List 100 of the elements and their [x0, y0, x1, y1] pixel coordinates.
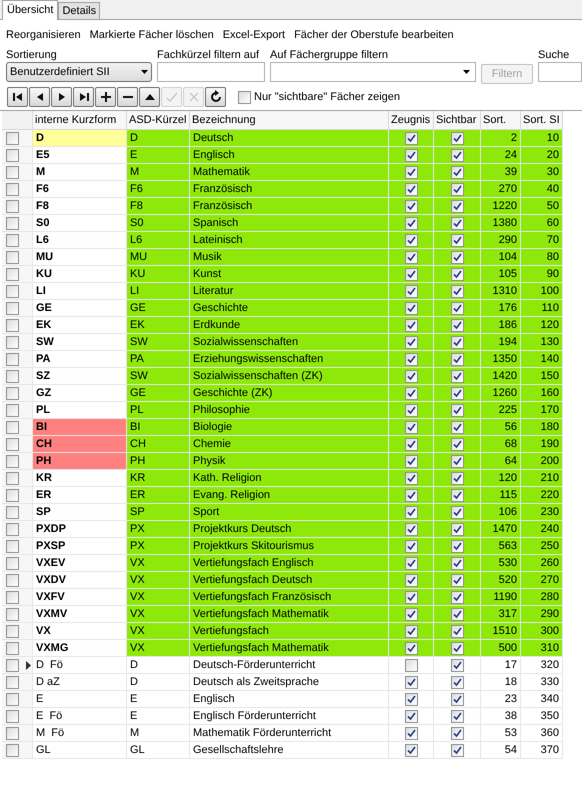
- toolbar-button[interactable]: [95, 87, 116, 107]
- table-checkbox[interactable]: [450, 556, 464, 570]
- row-checkbox[interactable]: [6, 234, 19, 246]
- menu-item[interactable]: Excel-Export: [222, 27, 286, 43]
- toolbar-button[interactable]: [29, 87, 50, 107]
- table-checkbox[interactable]: [404, 472, 418, 484]
- row-checkbox[interactable]: [6, 148, 19, 162]
- row-checkbox[interactable]: [6, 506, 19, 518]
- table-checkbox[interactable]: [404, 200, 418, 212]
- table-checkbox[interactable]: [450, 438, 464, 450]
- row-checkbox[interactable]: [6, 658, 19, 672]
- table-checkbox[interactable]: [404, 692, 418, 706]
- column-header[interactable]: Bezeichnung: [190, 111, 389, 130]
- table-checkbox[interactable]: [404, 574, 418, 586]
- table-checkbox[interactable]: [450, 574, 464, 586]
- table-checkbox[interactable]: [404, 370, 418, 382]
- table-checkbox[interactable]: [404, 166, 418, 178]
- table-checkbox[interactable]: [450, 284, 464, 298]
- table-checkbox[interactable]: [450, 132, 464, 144]
- column-header[interactable]: ASD-Kürzel: [127, 111, 190, 130]
- table-checkbox[interactable]: [404, 590, 418, 604]
- row-checkbox[interactable]: [6, 386, 19, 400]
- toolbar-button[interactable]: [117, 87, 138, 107]
- row-checkbox[interactable]: [6, 744, 19, 756]
- column-header[interactable]: Sichtbar: [434, 111, 481, 130]
- row-checkbox[interactable]: [6, 370, 19, 382]
- table-checkbox[interactable]: [404, 522, 418, 536]
- row-checkbox[interactable]: [6, 676, 19, 688]
- table-checkbox[interactable]: [450, 268, 464, 280]
- toolbar-button[interactable]: [139, 87, 160, 107]
- table-checkbox[interactable]: [404, 420, 418, 434]
- table-checkbox[interactable]: [450, 166, 464, 178]
- toolbar-button[interactable]: [73, 87, 94, 107]
- table-checkbox[interactable]: [404, 132, 418, 144]
- search-field[interactable]: [538, 62, 582, 82]
- row-checkbox[interactable]: [6, 132, 19, 144]
- column-header[interactable]: interne Kurzform: [33, 111, 127, 130]
- table-checkbox[interactable]: [450, 642, 464, 654]
- table-checkbox[interactable]: [450, 370, 464, 382]
- table-checkbox[interactable]: [404, 148, 418, 162]
- row-checkbox[interactable]: [6, 318, 19, 332]
- row-checkbox[interactable]: [6, 404, 19, 416]
- table-checkbox[interactable]: [404, 318, 418, 332]
- table-checkbox[interactable]: [404, 488, 418, 502]
- row-checkbox[interactable]: [6, 590, 19, 604]
- table-checkbox[interactable]: [450, 710, 464, 722]
- table-checkbox[interactable]: [450, 692, 464, 706]
- row-checkbox[interactable]: [6, 488, 19, 502]
- table-checkbox[interactable]: [450, 352, 464, 366]
- column-header[interactable]: Zeugnis: [389, 111, 434, 130]
- table-checkbox[interactable]: [404, 234, 418, 246]
- table-checkbox[interactable]: [450, 182, 464, 196]
- row-checkbox[interactable]: [6, 624, 19, 638]
- table-checkbox[interactable]: [404, 744, 418, 756]
- table-checkbox[interactable]: [450, 676, 464, 688]
- sort-dropdown[interactable]: Benutzerdefiniert SII: [6, 62, 152, 82]
- table-checkbox[interactable]: [404, 642, 418, 654]
- row-checkbox[interactable]: [6, 352, 19, 366]
- table-checkbox[interactable]: [404, 540, 418, 552]
- table-checkbox[interactable]: [404, 216, 418, 230]
- row-checkbox[interactable]: [6, 726, 19, 740]
- row-checkbox[interactable]: [6, 182, 19, 196]
- table-checkbox[interactable]: [404, 302, 418, 314]
- table-checkbox[interactable]: [404, 658, 418, 672]
- table-checkbox[interactable]: [404, 352, 418, 366]
- row-checkbox[interactable]: [6, 268, 19, 280]
- table-checkbox[interactable]: [450, 726, 464, 740]
- row-checkbox[interactable]: [6, 284, 19, 298]
- toolbar-button[interactable]: [205, 87, 226, 107]
- table-checkbox[interactable]: [404, 336, 418, 348]
- table-checkbox[interactable]: [450, 318, 464, 332]
- table-checkbox[interactable]: [450, 404, 464, 416]
- table-checkbox[interactable]: [450, 590, 464, 604]
- table-checkbox[interactable]: [450, 506, 464, 518]
- row-checkbox[interactable]: [6, 692, 19, 706]
- table-checkbox[interactable]: [450, 302, 464, 314]
- table-checkbox[interactable]: [404, 454, 418, 468]
- row-checkbox[interactable]: [6, 574, 19, 586]
- column-header[interactable]: Sort.: [481, 111, 521, 130]
- table-checkbox[interactable]: [450, 540, 464, 552]
- row-checkbox[interactable]: [6, 438, 19, 450]
- table-checkbox[interactable]: [404, 608, 418, 620]
- table-checkbox[interactable]: [450, 386, 464, 400]
- table-checkbox[interactable]: [404, 624, 418, 638]
- row-checkbox[interactable]: [6, 302, 19, 314]
- toolbar-button[interactable]: [7, 87, 28, 107]
- row-checkbox[interactable]: [6, 250, 19, 264]
- checkbox[interactable]: [238, 90, 251, 104]
- table-checkbox[interactable]: [450, 658, 464, 672]
- toolbar-button[interactable]: [51, 87, 72, 107]
- table-checkbox[interactable]: [404, 556, 418, 570]
- table-checkbox[interactable]: [450, 744, 464, 756]
- table-checkbox[interactable]: [404, 268, 418, 280]
- table-checkbox[interactable]: [450, 472, 464, 484]
- row-checkbox[interactable]: [6, 216, 19, 230]
- row-checkbox[interactable]: [6, 608, 19, 620]
- row-checkbox[interactable]: [6, 454, 19, 468]
- table-checkbox[interactable]: [404, 250, 418, 264]
- table-checkbox[interactable]: [450, 200, 464, 212]
- tab[interactable]: Details: [58, 2, 100, 19]
